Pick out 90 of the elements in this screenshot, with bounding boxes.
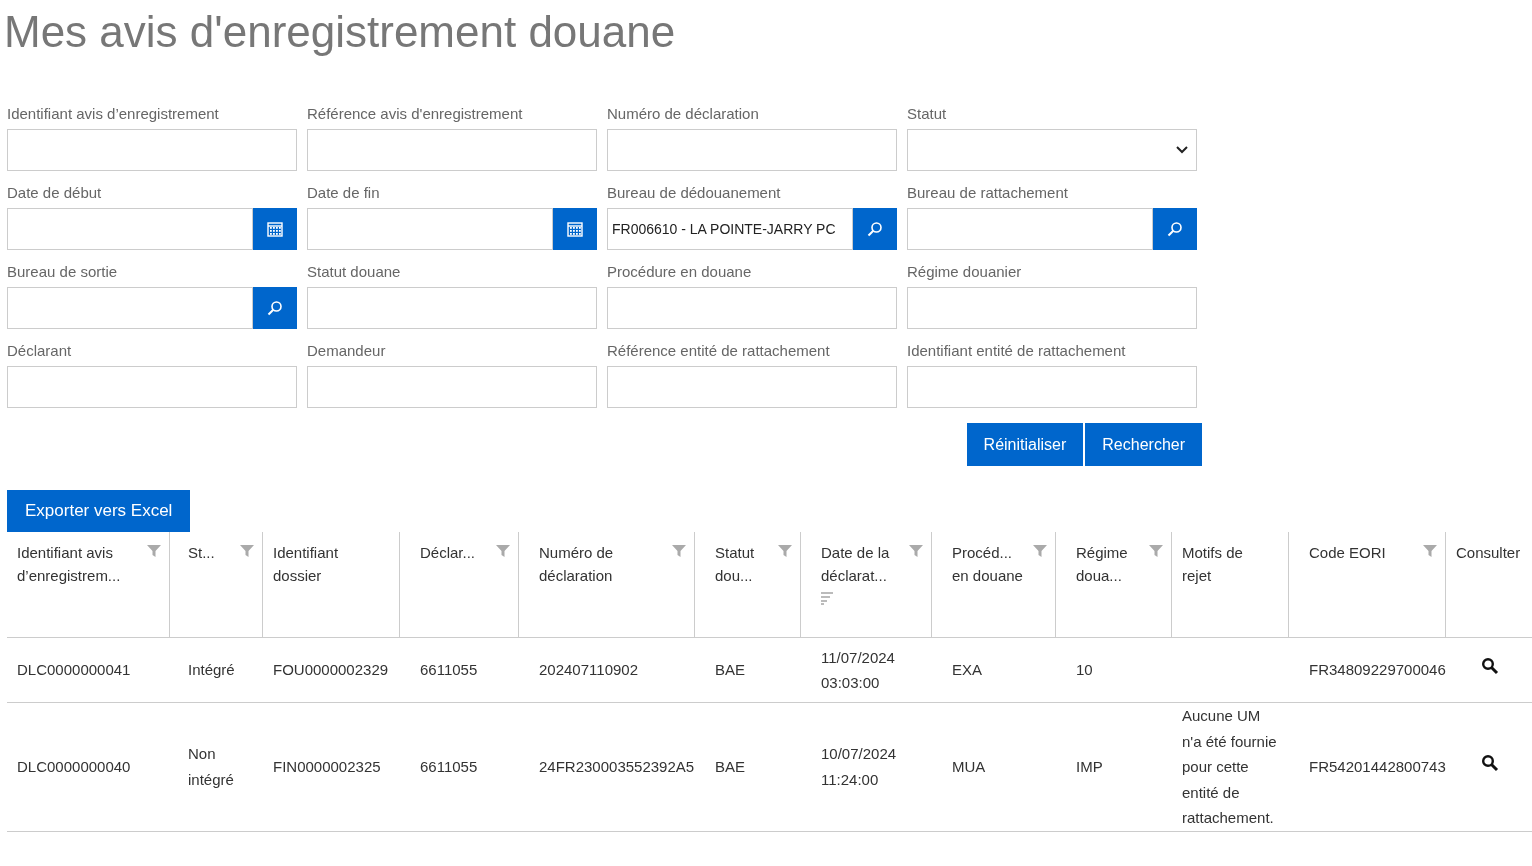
calendar-icon	[266, 220, 284, 238]
filter-icon[interactable]	[1149, 544, 1163, 558]
calendar-button[interactable]	[253, 208, 297, 250]
date-field[interactable]	[7, 208, 253, 250]
table-cell: 10	[1076, 661, 1093, 679]
search-icon	[266, 299, 284, 317]
text-field[interactable]	[7, 129, 297, 171]
table-cell: 6611055	[420, 661, 478, 679]
text-field[interactable]	[7, 366, 297, 408]
table-cell: IMP	[1076, 758, 1103, 775]
column-header[interactable]: St...	[170, 532, 263, 637]
page-title: Mes avis d'enregistrement douane	[3, 6, 677, 58]
column-header[interactable]: Code EORI	[1289, 532, 1446, 637]
field-label: Régime douanier	[907, 262, 1023, 282]
table-cell: 24FR230003552392A5	[539, 758, 695, 775]
column-header[interactable]: Date de la déclarat...	[801, 532, 932, 637]
table-cell: 10/07/2024 11:24:00	[821, 745, 897, 788]
search-icon	[866, 220, 884, 238]
text-field[interactable]	[307, 129, 597, 171]
search-button[interactable]	[1480, 754, 1500, 774]
filter-icon[interactable]	[1423, 544, 1437, 558]
table-cell: Aucune UM n'a été fournie pour cette entité de rattachement.	[1182, 707, 1277, 826]
filter-icon[interactable]	[496, 544, 510, 558]
column-header[interactable]: Consulter	[1446, 532, 1532, 637]
text-field[interactable]	[907, 366, 1197, 408]
table-cell: Non intégré	[188, 745, 234, 788]
sort-icon[interactable]	[821, 591, 833, 605]
text-field[interactable]	[307, 366, 597, 408]
filter-icon[interactable]	[909, 544, 923, 558]
calendar-button[interactable]	[553, 208, 597, 250]
column-header[interactable]: Identifiant avis d’enregistrem...	[7, 532, 170, 637]
column-header[interactable]: Déclar...	[400, 532, 519, 637]
date-field[interactable]	[307, 208, 553, 250]
calendar-icon	[566, 220, 584, 238]
table-cell: FR54201442800743	[1309, 758, 1446, 775]
search-submit-button[interactable]: Rechercher	[1085, 423, 1202, 466]
search-icon	[1166, 220, 1184, 238]
table-cell: 11/07/2024 03:03:00	[821, 648, 895, 691]
field-label: Déclarant	[7, 341, 73, 361]
field-label: Statut	[907, 104, 948, 124]
field-label: Date de début	[7, 183, 103, 203]
lookup-field[interactable]	[7, 287, 253, 329]
column-header[interactable]: Motifs de rejet	[1172, 532, 1289, 637]
filter-icon[interactable]	[240, 544, 254, 558]
table-cell: DLC0000000041	[17, 661, 131, 679]
search-icon	[1481, 657, 1499, 676]
field-label: Bureau de rattachement	[907, 183, 1069, 203]
filter-icon[interactable]	[778, 544, 792, 558]
table-cell: Intégré	[188, 661, 235, 679]
field-label: Bureau de dédouanement	[607, 183, 782, 203]
column-header[interactable]: Procéd... en douane	[932, 532, 1056, 637]
field-label: Bureau de sortie	[7, 262, 119, 282]
lookup-field[interactable]	[907, 208, 1153, 250]
table-cell: FR34809229700046	[1309, 661, 1446, 679]
field-label: Identifiant avis d’enregistrement	[7, 104, 220, 124]
field-label: Demandeur	[307, 341, 387, 361]
field-label: Numéro de déclaration	[607, 104, 760, 124]
text-field[interactable]	[607, 366, 897, 408]
column-header[interactable]: Identifiant dossier	[263, 532, 400, 637]
column-header[interactable]: Numéro de déclaration	[519, 532, 695, 637]
text-field[interactable]	[307, 287, 597, 329]
table-cell: EXA	[952, 661, 982, 679]
text-field[interactable]	[607, 287, 897, 329]
table-cell: 202407110902	[539, 661, 638, 679]
column-header[interactable]: Régime doua...	[1056, 532, 1172, 637]
field-label: Statut douane	[307, 262, 402, 282]
search-icon	[1481, 754, 1499, 772]
lookup-field[interactable]: FR006610 - LA POINTE-JARRY PC	[607, 208, 853, 250]
text-field[interactable]	[907, 287, 1197, 329]
field-label: Identifiant entité de rattachement	[907, 341, 1127, 361]
filter-icon[interactable]	[1033, 544, 1047, 558]
table-cell: 6611055	[420, 758, 478, 775]
table-cell: FIN0000002325	[273, 758, 381, 775]
table-cell: DLC0000000040	[17, 758, 131, 775]
filter-icon[interactable]	[147, 544, 161, 558]
chevron-icon	[1176, 146, 1188, 154]
text-field[interactable]	[607, 129, 897, 171]
field-label: Procédure en douane	[607, 262, 753, 282]
field-label: Référence entité de rattachement	[607, 341, 831, 361]
export-excel-button[interactable]: Exporter vers Excel	[7, 490, 191, 532]
field-label: Date de fin	[307, 183, 381, 203]
table-cell: FOU0000002329	[273, 661, 389, 679]
column-header[interactable]: Statut dou...	[695, 532, 801, 637]
filter-icon[interactable]	[672, 544, 686, 558]
table-cell: BAE	[715, 661, 745, 679]
field-label: Référence avis d'enregistrement	[307, 104, 524, 124]
dropdown-field[interactable]	[907, 129, 1197, 171]
reset-button[interactable]: Réinitialiser	[966, 423, 1084, 466]
table-cell: BAE	[715, 758, 745, 775]
table-cell: MUA	[952, 758, 986, 775]
